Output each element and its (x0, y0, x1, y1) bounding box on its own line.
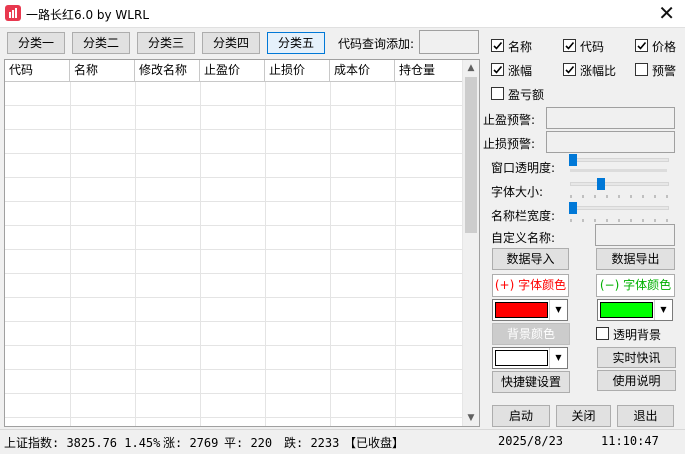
column-header-stop-loss[interactable]: 止损价 (265, 60, 330, 81)
market-status: 【已收盘】 (344, 436, 405, 450)
unchanged-count: 平: 220 (224, 436, 273, 450)
checkbox-code[interactable]: 代码 (563, 38, 623, 54)
index-quote: 上证指数: 3825.76 1.45% (4, 436, 161, 450)
title-bar: 一路长红6.0 by WLRL ✕ (0, 0, 685, 28)
status-time: 11:10:47 (601, 434, 659, 448)
opacity-label: 窗口透明度: (491, 161, 556, 175)
column-header-take-profit[interactable]: 止盈价 (200, 60, 265, 81)
checkbox-name[interactable]: 名称 (491, 38, 551, 54)
tab-category-4[interactable]: 分类四 (202, 32, 260, 54)
stop-loss-alert-input[interactable] (546, 131, 675, 153)
font-size-slider-thumb[interactable] (596, 178, 605, 190)
check-icon (563, 39, 576, 52)
down-color-select[interactable]: ▼ (597, 299, 673, 321)
chevron-down-icon[interactable]: ▼ (549, 300, 567, 320)
name-width-slider-thumb[interactable] (569, 202, 577, 214)
exit-button[interactable]: 退出 (617, 405, 674, 427)
decliners-count: 跌: 2233 (284, 436, 340, 450)
tab-category-2[interactable]: 分类二 (72, 32, 130, 54)
checkbox-alert[interactable]: 预警 (635, 62, 681, 78)
stock-table[interactable]: 代码 名称 修改名称 止盈价 止损价 成本价 持仓量 ▲ ▼ (4, 59, 480, 427)
code-query-input[interactable] (419, 30, 479, 54)
font-size-label: 字体大小: (491, 185, 544, 199)
scroll-down-icon[interactable]: ▼ (463, 410, 479, 426)
up-font-color-button[interactable]: (+) 字体颜色 (492, 274, 569, 297)
column-header-custom-name[interactable]: 修改名称 (135, 60, 200, 81)
import-button[interactable]: 数据导入 (492, 248, 569, 270)
name-width-ticks (570, 219, 668, 222)
app-candlestick-icon (5, 5, 21, 21)
close-icon[interactable]: ✕ (658, 2, 675, 24)
check-icon (635, 39, 648, 52)
check-icon (563, 63, 576, 76)
font-size-ticks (570, 195, 668, 198)
scroll-up-icon[interactable]: ▲ (463, 60, 479, 76)
checkbox-transparent-background[interactable]: 透明背景 (596, 326, 668, 342)
scrollbar-thumb[interactable] (465, 77, 477, 233)
column-header-holding[interactable]: 持仓量 (395, 60, 463, 81)
export-button[interactable]: 数据导出 (596, 248, 675, 270)
code-query-label: 代码查询添加: (338, 37, 415, 51)
background-color-select[interactable]: ▼ (492, 347, 568, 369)
tab-category-5[interactable]: 分类五 (267, 32, 325, 54)
name-width-slider[interactable] (570, 206, 669, 210)
checkbox-change[interactable]: 涨幅 (491, 62, 551, 78)
column-header-name[interactable]: 名称 (70, 60, 135, 81)
name-width-label: 名称栏宽度: (491, 209, 556, 223)
tab-category-3[interactable]: 分类三 (137, 32, 195, 54)
check-icon (491, 63, 504, 76)
check-icon (491, 39, 504, 52)
take-profit-alert-label: 止盈预警: (483, 113, 536, 127)
close-button[interactable]: 关闭 (556, 405, 611, 427)
window-title: 一路长红6.0 by WLRL (26, 8, 150, 22)
down-font-color-button[interactable]: (−) 字体颜色 (596, 274, 675, 297)
user-manual-button[interactable]: 使用说明 (597, 370, 676, 391)
start-button[interactable]: 启动 (492, 405, 550, 427)
column-header-cost[interactable]: 成本价 (330, 60, 395, 81)
stop-loss-alert-label: 止损预警: (483, 137, 536, 151)
chevron-down-icon[interactable]: ▼ (549, 348, 567, 368)
background-color-button[interactable]: 背景颜色 (492, 323, 570, 345)
checkbox-price[interactable]: 价格 (635, 38, 681, 54)
opacity-slider[interactable] (570, 158, 669, 162)
chevron-down-icon[interactable]: ▼ (654, 300, 672, 320)
opacity-slider-thumb[interactable] (569, 154, 577, 166)
down-color-swatch (600, 302, 653, 318)
font-size-slider[interactable] (570, 182, 669, 186)
table-gridlines (5, 82, 463, 426)
advancers-count: 涨: 2769 (163, 436, 219, 450)
status-date: 2025/8/23 (498, 434, 564, 448)
table-scrollbar[interactable]: ▲ ▼ (462, 60, 479, 426)
custom-name-label: 自定义名称: (491, 231, 556, 245)
hotkey-settings-button[interactable]: 快捷键设置 (492, 371, 570, 393)
up-color-select[interactable]: ▼ (492, 299, 568, 321)
table-header: 代码 名称 修改名称 止盈价 止损价 成本价 持仓量 (5, 60, 463, 82)
checkbox-change-ratio[interactable]: 涨幅比 (563, 62, 633, 78)
tab-category-1[interactable]: 分类一 (7, 32, 65, 54)
live-news-button[interactable]: 实时快讯 (597, 347, 676, 368)
up-color-swatch (495, 302, 548, 318)
status-bar: 上证指数: 3825.76 1.45% 涨: 2769 平: 220 跌: 22… (0, 429, 685, 454)
column-header-code[interactable]: 代码 (5, 60, 70, 81)
custom-name-input[interactable] (595, 224, 675, 246)
background-color-swatch (495, 350, 548, 366)
checkbox-pnl[interactable]: 盈亏额 (491, 86, 551, 102)
take-profit-alert-input[interactable] (546, 107, 675, 129)
